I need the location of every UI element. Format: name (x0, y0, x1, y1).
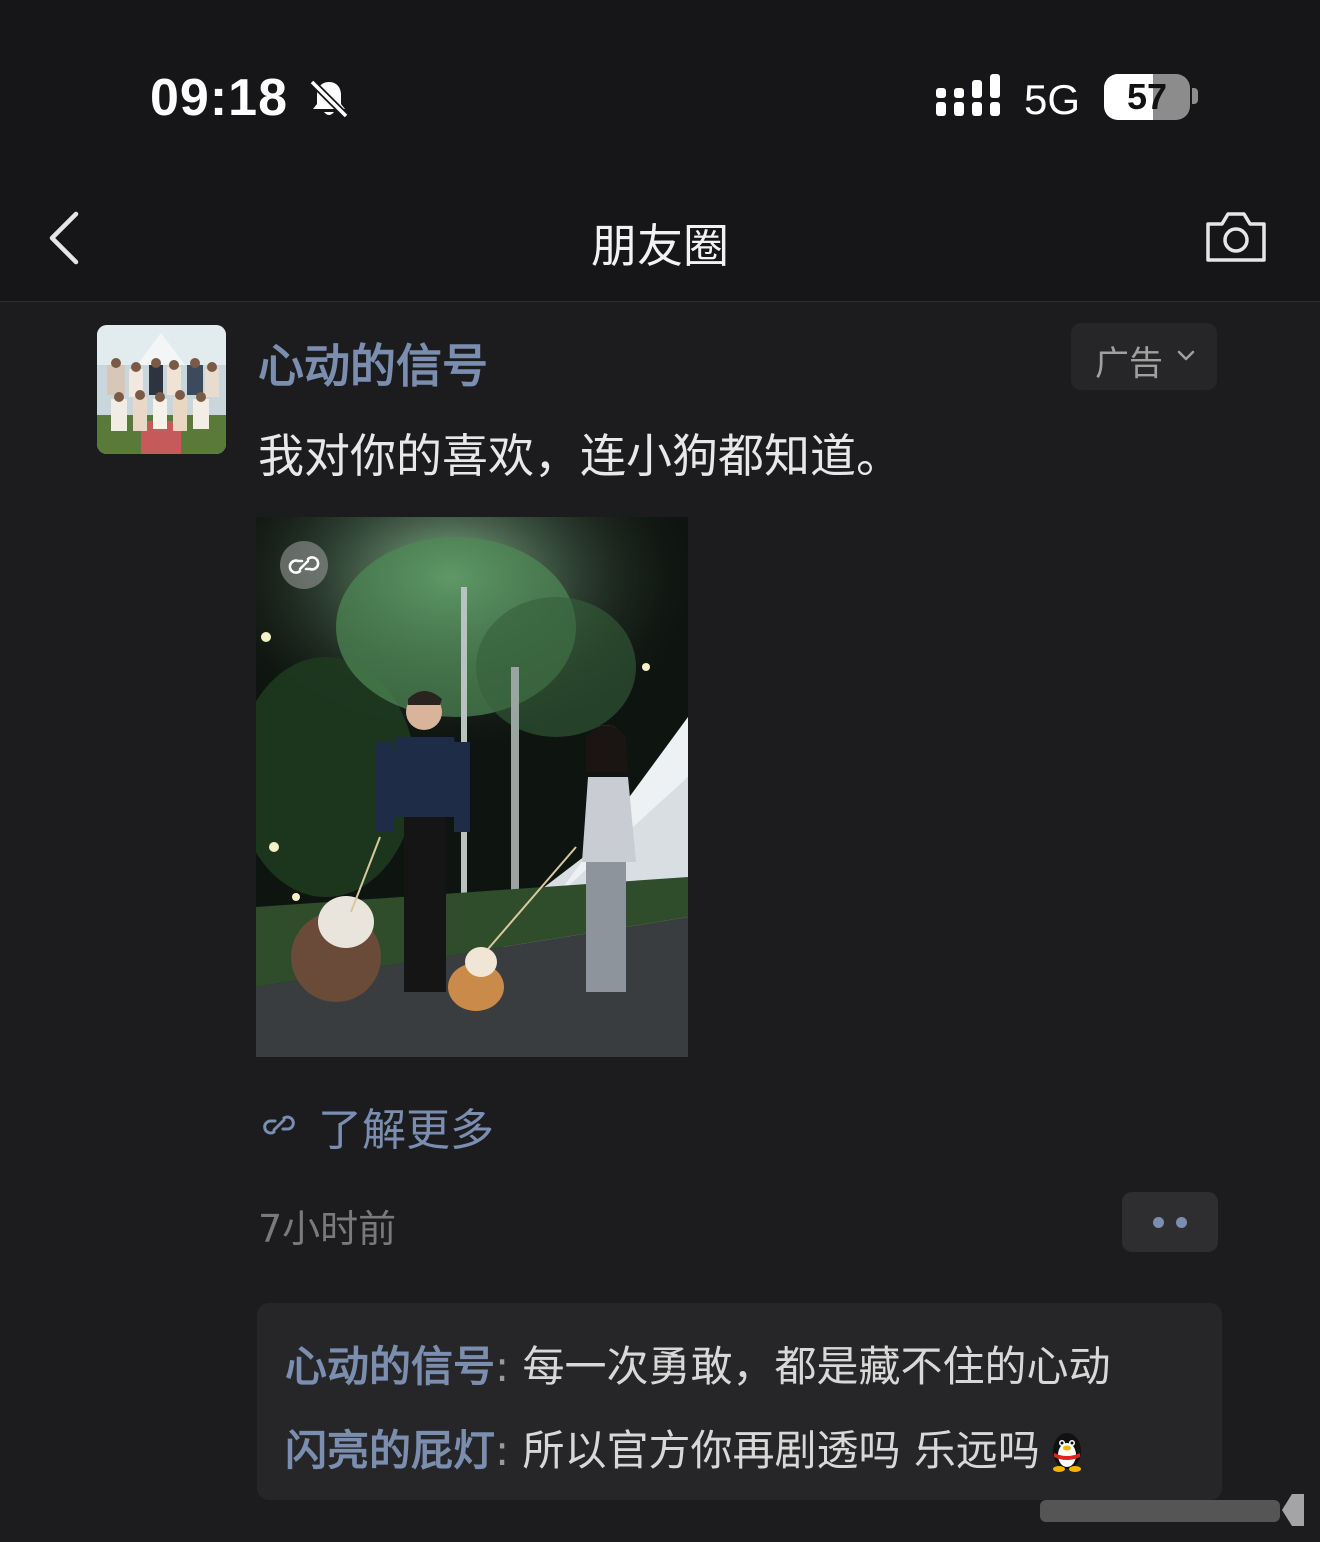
comment-text: 所以官方你再剧透吗 乐远吗 (509, 1426, 1040, 1475)
camera-icon[interactable] (1204, 210, 1268, 264)
learn-more-label: 了解更多 (318, 1105, 494, 1156)
comment-text: 每一次勇敢，都是藏不住的心动 (509, 1342, 1111, 1391)
chevron-down-icon (1177, 350, 1195, 361)
mini-program-link-icon (288, 556, 320, 574)
comment-colon: : (495, 1426, 510, 1475)
comment-author[interactable]: 心动的信号 (285, 1342, 495, 1391)
comment-row[interactable]: 心动的信号: 每一次勇敢，都是藏不住的心动 (285, 1333, 1111, 1394)
bell-off-icon (309, 79, 349, 119)
signal-icon (936, 74, 1000, 116)
status-time: 09:18 (150, 69, 288, 127)
avatar[interactable] (97, 325, 226, 454)
mini-program-badge (280, 541, 328, 589)
post-text: 我对你的喜欢，连小狗都知道。 (258, 429, 902, 483)
post-time: 7小时前 (258, 1207, 397, 1251)
dot (1176, 1217, 1187, 1228)
battery-percent: 57 (1126, 76, 1168, 117)
avatar-image (97, 325, 226, 454)
battery-tip (1192, 88, 1198, 104)
mini-program-link-icon (263, 1115, 295, 1135)
status-bar: 09:18 5G 57 (0, 0, 1320, 180)
comment-author[interactable]: 闪亮的屁灯 (285, 1426, 495, 1475)
ad-menu-button[interactable]: 广告 (1071, 323, 1217, 390)
qq-penguin-emoji (1052, 1433, 1081, 1472)
navbar: 朋友圈 (0, 180, 1320, 302)
post-author[interactable]: 心动的信号 (258, 330, 488, 396)
watermark (1040, 1494, 1304, 1526)
more-dots-icon[interactable] (1122, 1192, 1218, 1252)
post-photo (256, 517, 688, 1057)
comment-row[interactable]: 闪亮的屁灯: 所以官方你再剧透吗 乐远吗 (285, 1417, 1090, 1478)
ad-label: 广告 (1095, 344, 1163, 384)
dot (1153, 1217, 1164, 1228)
comment-colon: : (495, 1342, 510, 1391)
battery-icon: 57 (1104, 74, 1190, 120)
page-title: 朋友圈 (591, 219, 729, 273)
comments-panel: 心动的信号: 每一次勇敢，都是藏不住的心动 闪亮的屁灯: 所以官方你再剧透吗 乐… (257, 1303, 1222, 1500)
network-type: 5G (1024, 76, 1081, 123)
post-image[interactable] (256, 517, 688, 1057)
